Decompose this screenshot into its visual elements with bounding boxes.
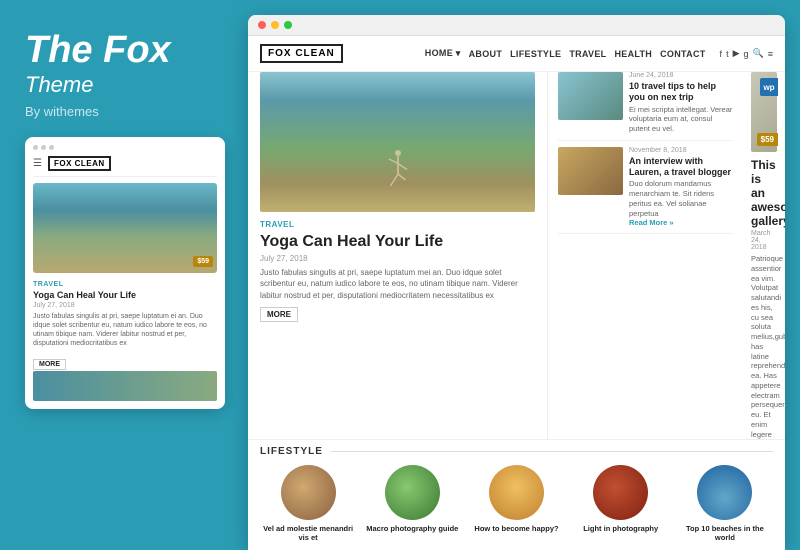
lifestyle-caption-3: How to become happy? bbox=[468, 524, 564, 533]
facebook-icon[interactable]: f bbox=[720, 49, 723, 59]
sidebar-image: wp $59 bbox=[751, 72, 777, 152]
nav-about[interactable]: ABOUT bbox=[469, 49, 503, 59]
nav-home[interactable]: HOME ▾ bbox=[425, 48, 461, 59]
nav-health[interactable]: HEALTH bbox=[614, 49, 652, 59]
yoga-figure-icon bbox=[383, 147, 413, 207]
lifestyle-item-4: Light in photography bbox=[573, 465, 669, 542]
sidebar-date: March 24, 2018 bbox=[751, 230, 777, 251]
mid-article-2-readmore[interactable]: Read More » bbox=[629, 218, 733, 227]
lifestyle-caption-1: Vel ad molestie menandri vis et bbox=[260, 524, 356, 542]
browser-window: FOX CLEAN HOME ▾ ABOUT LIFESTYLE TRAVEL … bbox=[248, 15, 785, 550]
right-sidebar: wp $59 This is an awesome gallery March … bbox=[743, 72, 785, 439]
lifestyle-item-1: Vel ad molestie menandri vis et bbox=[260, 465, 356, 542]
mobile-preview: ☰ FOX CLEAN $59 TRAVEL Yoga Can Heal You… bbox=[25, 137, 225, 409]
lifestyle-circle-2 bbox=[385, 465, 440, 520]
mobile-hero-image: $59 bbox=[33, 183, 217, 273]
nav-links: HOME ▾ ABOUT LIFESTYLE TRAVEL HEALTH CON… bbox=[425, 48, 706, 59]
featured-more-button[interactable]: MORE bbox=[260, 307, 298, 322]
mobile-article-title: Yoga Can Heal Your Life bbox=[33, 290, 217, 300]
lifestyle-item-2: Macro photography guide bbox=[364, 465, 460, 542]
lifestyle-caption-5: Top 10 beaches in the world bbox=[677, 524, 773, 542]
site-nav: FOX CLEAN HOME ▾ ABOUT LIFESTYLE TRAVEL … bbox=[248, 36, 785, 72]
featured-article-excerpt: Justo fabulas singulis at pri, saepe lup… bbox=[260, 267, 535, 301]
browser-minimize-dot[interactable] bbox=[271, 21, 279, 29]
nav-contact[interactable]: CONTACT bbox=[660, 49, 705, 59]
mid-article-1-title: 10 travel tips to help you on nex trip bbox=[629, 81, 733, 103]
mobile-dot-2 bbox=[41, 145, 46, 150]
theme-title: The Fox bbox=[25, 30, 223, 72]
mobile-nav: ☰ FOX CLEAN bbox=[33, 156, 217, 177]
lifestyle-circle-4 bbox=[593, 465, 648, 520]
website-content: FOX CLEAN HOME ▾ ABOUT LIFESTYLE TRAVEL … bbox=[248, 36, 785, 550]
google-icon[interactable]: g bbox=[744, 49, 749, 59]
sidebar-text: Patrioque assentior ea vim. Volutpat sal… bbox=[751, 254, 777, 439]
mid-article-2-content: November 8, 2018 An interview with Laure… bbox=[629, 147, 733, 228]
mid-article-2-title: An interview with Lauren, a travel blogg… bbox=[629, 156, 733, 178]
lifestyle-item-3: How to become happy? bbox=[468, 465, 564, 542]
mid-articles-column: June 24, 2018 10 travel tips to help you… bbox=[548, 72, 743, 439]
by-line: By withemes bbox=[25, 104, 223, 119]
mobile-browser-dots bbox=[33, 145, 217, 150]
mid-article-2-image bbox=[558, 147, 623, 195]
browser-maximize-dot[interactable] bbox=[284, 21, 292, 29]
featured-article-tag: TRAVEL bbox=[260, 220, 535, 229]
search-icon[interactable]: 🔍 bbox=[753, 48, 764, 59]
mid-article-1-date: June 24, 2018 bbox=[629, 72, 733, 79]
mobile-dot-1 bbox=[33, 145, 38, 150]
mobile-article-date: July 27, 2018 bbox=[33, 302, 217, 309]
mobile-article-tag: TRAVEL bbox=[33, 281, 217, 288]
lifestyle-circle-1 bbox=[281, 465, 336, 520]
mobile-more-button[interactable]: MORE bbox=[33, 359, 66, 370]
nav-travel[interactable]: TRAVEL bbox=[569, 49, 606, 59]
youtube-icon[interactable]: ▶ bbox=[733, 48, 740, 59]
nav-social-icons: f t ▶ g 🔍 ≡ bbox=[720, 48, 773, 59]
site-logo[interactable]: FOX CLEAN bbox=[260, 44, 343, 63]
wordpress-badge: wp bbox=[760, 78, 778, 96]
lifestyle-item-5: Top 10 beaches in the world bbox=[677, 465, 773, 542]
mid-article-2: November 8, 2018 An interview with Laure… bbox=[558, 147, 733, 235]
mid-article-1-content: June 24, 2018 10 travel tips to help you… bbox=[629, 72, 733, 134]
mobile-dot-3 bbox=[49, 145, 54, 150]
menu-icon[interactable]: ≡ bbox=[768, 49, 773, 59]
mobile-logo: FOX CLEAN bbox=[48, 156, 111, 171]
sidebar-price-badge: $59 bbox=[757, 133, 778, 146]
lifestyle-caption-2: Macro photography guide bbox=[364, 524, 460, 533]
mid-article-2-date: November 8, 2018 bbox=[629, 147, 733, 154]
featured-article-image bbox=[260, 72, 535, 212]
section-label: LIFESTYLE bbox=[260, 446, 323, 457]
mobile-article-excerpt: Justo fabulas singulis at pri, saepe lup… bbox=[33, 312, 217, 348]
browser-chrome bbox=[248, 15, 785, 36]
twitter-icon[interactable]: t bbox=[726, 49, 729, 59]
lifestyle-circle-5 bbox=[697, 465, 752, 520]
lifestyle-circle-3 bbox=[489, 465, 544, 520]
section-divider bbox=[331, 451, 773, 452]
mid-article-1-image bbox=[558, 72, 623, 120]
lifestyle-grid: Vel ad molestie menandri vis et Macro ph… bbox=[260, 465, 773, 542]
featured-article-title: Yoga Can Heal Your Life bbox=[260, 232, 535, 251]
featured-article-column: TRAVEL Yoga Can Heal Your Life July 27, … bbox=[248, 72, 548, 439]
main-content: TRAVEL Yoga Can Heal Your Life July 27, … bbox=[248, 72, 785, 439]
mobile-hamburger-icon[interactable]: ☰ bbox=[33, 158, 42, 169]
left-panel: The Fox Theme By withemes ☰ FOX CLEAN $5… bbox=[0, 0, 248, 550]
mid-article-1-excerpt: Ei mei scripta intellegat. Verear volupt… bbox=[629, 105, 733, 134]
mid-article-1: June 24, 2018 10 travel tips to help you… bbox=[558, 72, 733, 141]
theme-subtitle: Theme bbox=[25, 72, 223, 98]
section-header: LIFESTYLE bbox=[260, 446, 773, 457]
mid-article-2-excerpt: Duo dolorum mandamus menarchiam te. Sit … bbox=[629, 179, 733, 218]
mobile-next-article-image bbox=[33, 371, 217, 401]
lifestyle-caption-4: Light in photography bbox=[573, 524, 669, 533]
featured-article-date: July 27, 2018 bbox=[260, 254, 535, 263]
browser-close-dot[interactable] bbox=[258, 21, 266, 29]
lifestyle-section: LIFESTYLE Vel ad molestie menandri vis e… bbox=[248, 439, 785, 550]
mobile-price-badge: $59 bbox=[193, 256, 213, 267]
sidebar-gallery-title: This is an awesome gallery bbox=[751, 158, 777, 228]
nav-lifestyle[interactable]: LIFESTYLE bbox=[510, 49, 561, 59]
